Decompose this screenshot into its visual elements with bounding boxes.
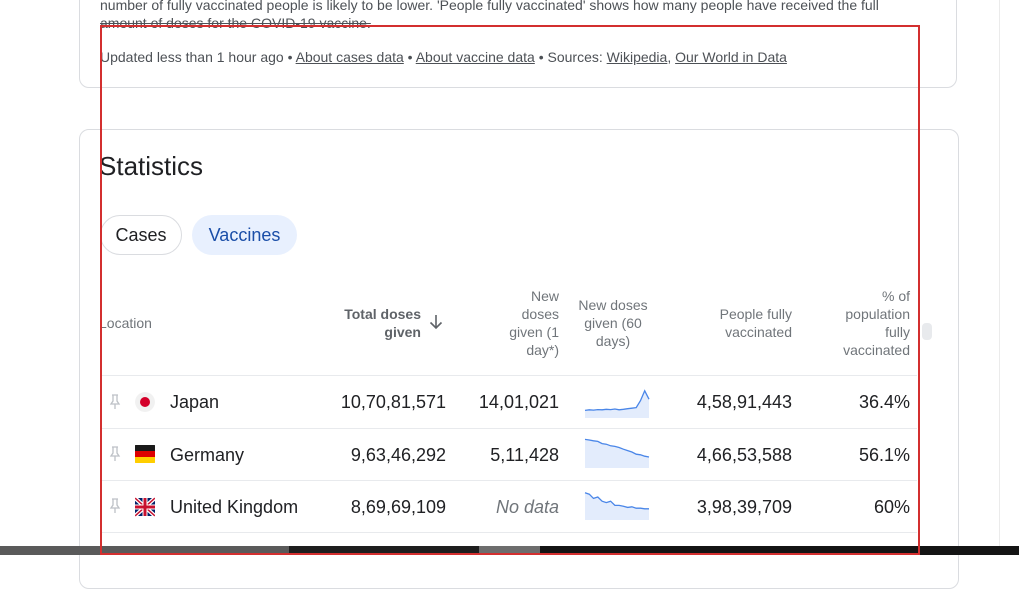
sparkline-area xyxy=(585,390,649,418)
taskbar-segment xyxy=(479,546,540,555)
trend-sparkline xyxy=(584,492,649,520)
statistics-card xyxy=(79,129,959,589)
percent-fully-value: 60% xyxy=(873,497,910,517)
bottom-taskbar xyxy=(0,546,1019,555)
taskbar-segment xyxy=(540,546,1019,555)
sparkline-area xyxy=(585,439,649,468)
header-line: day*) xyxy=(526,342,559,358)
header-line: vaccinated xyxy=(843,342,910,358)
new-doses-value: 14,01,021 xyxy=(478,392,559,412)
updated-line: Updated less than 1 hour ago • About cas… xyxy=(100,49,787,65)
comma: , xyxy=(667,49,676,65)
arrow-down-icon[interactable] xyxy=(428,313,444,331)
percent-fully-value: 56.1% xyxy=(858,445,910,465)
vaccination-note: number of fully vaccinated people is lik… xyxy=(100,0,940,32)
trend-sparkline xyxy=(584,389,650,418)
column-header-percent-fully[interactable]: % of population fully vaccinated xyxy=(828,287,910,359)
trend-sparkline xyxy=(584,438,650,468)
note-line-2: amount of doses for the COVID-19 vaccine… xyxy=(100,15,371,31)
column-header-fully-vaccinated[interactable]: People fully vaccinated xyxy=(700,305,792,341)
taskbar-segment xyxy=(289,546,479,555)
percent-fully-value: 36.4% xyxy=(858,392,910,412)
about-vaccine-link[interactable]: About vaccine data xyxy=(416,49,535,65)
tab-vaccines[interactable]: Vaccines xyxy=(192,215,297,255)
separator: • xyxy=(403,49,416,65)
country-name: Germany xyxy=(170,445,245,465)
total-doses-value: 9,63,46,292 xyxy=(350,445,446,465)
header-line: New xyxy=(530,288,559,304)
header-line: vaccinated xyxy=(725,324,792,340)
about-cases-link[interactable]: About cases data xyxy=(296,49,404,65)
header-line: doses xyxy=(521,306,559,322)
sparkline-area xyxy=(585,492,649,520)
pin-icon[interactable] xyxy=(108,445,122,463)
new-doses-value: 5,11,428 xyxy=(490,445,559,465)
column-header-new-doses[interactable]: New doses given (1 day*) xyxy=(495,287,559,359)
new-doses-value: No data xyxy=(495,497,559,517)
horizontal-scroll-handle[interactable] xyxy=(922,323,932,340)
tab-cases[interactable]: Cases xyxy=(100,215,182,255)
header-line: days) xyxy=(595,333,631,349)
header-line: given (60 xyxy=(584,315,642,331)
total-doses-value: 8,69,69,109 xyxy=(350,497,446,517)
header-line: population xyxy=(845,306,910,322)
germany-flag-icon xyxy=(135,445,155,463)
country-name: United Kingdom xyxy=(170,497,299,517)
wikipedia-link[interactable]: Wikipedia xyxy=(607,49,668,65)
total-doses-line1: Total doses xyxy=(344,306,421,322)
header-line: New doses xyxy=(578,297,648,313)
pin-icon[interactable] xyxy=(108,393,122,411)
fully-vaccinated-value: 4,66,53,588 xyxy=(696,445,792,465)
total-doses-value: 10,70,81,571 xyxy=(340,392,446,412)
note-line-1: number of fully vaccinated people is lik… xyxy=(100,0,879,13)
pin-icon[interactable] xyxy=(108,497,122,515)
page-edge-divider xyxy=(999,0,1000,546)
statistics-title: Statistics xyxy=(99,151,204,181)
header-line: % of xyxy=(881,288,910,304)
fully-vaccinated-value: 4,58,91,443 xyxy=(696,392,792,412)
updated-text: Updated less than 1 hour ago • xyxy=(100,49,296,65)
owid-link[interactable]: Our World in Data xyxy=(675,49,787,65)
row-divider xyxy=(100,428,917,429)
header-line: fully xyxy=(885,324,910,340)
row-divider xyxy=(100,532,917,533)
japan-flag-icon xyxy=(135,392,155,412)
header-line: People fully xyxy=(719,306,792,322)
uk-flag-icon xyxy=(135,497,155,517)
column-header-total-doses[interactable]: Total doses given xyxy=(330,305,421,341)
column-header-location[interactable]: Location xyxy=(99,314,152,332)
sources-label: • Sources: xyxy=(534,49,607,65)
column-header-trend: New doses given (60 days) xyxy=(572,296,654,350)
taskbar-segment xyxy=(0,546,289,555)
row-divider xyxy=(100,480,917,481)
fully-vaccinated-value: 3,98,39,709 xyxy=(696,497,792,517)
country-name: Japan xyxy=(170,392,220,412)
header-line: given (1 xyxy=(509,324,559,340)
total-doses-line2: given xyxy=(384,324,421,340)
row-divider xyxy=(100,375,917,376)
